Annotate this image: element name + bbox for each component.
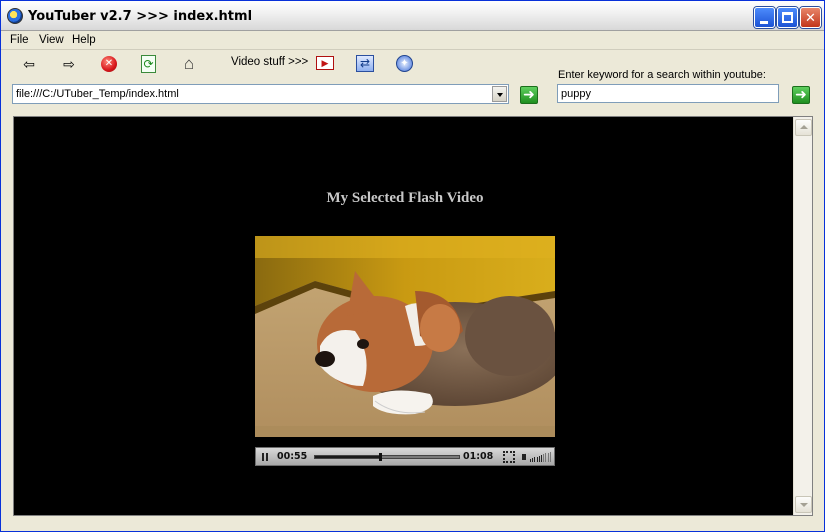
volume-bar [538, 455, 540, 462]
menu-help[interactable]: Help [72, 34, 96, 46]
address-input[interactable]: file:///C:/UTuber_Temp/index.html [16, 88, 179, 100]
forward-glyph: ⇨ [63, 56, 75, 72]
volume-slider[interactable] [522, 451, 552, 463]
menu-file-label: File [10, 34, 29, 46]
video-controls-bar: 00:55 01:08 [255, 447, 555, 466]
current-time: 00:55 [277, 451, 308, 462]
close-button[interactable]: ✕ [800, 7, 821, 28]
address-combobox[interactable]: file:///C:/UTuber_Temp/index.html [12, 84, 509, 104]
convert-glyph: ⇄ [359, 56, 371, 70]
app-window: YouTuber v2.7 >>> index.html ✕ File View… [0, 0, 825, 532]
progress-slider[interactable] [314, 453, 460, 461]
volume-bar [534, 457, 536, 462]
refresh-icon[interactable]: ⟳ [141, 55, 156, 73]
stop-glyph: ✕ [104, 58, 114, 69]
go-arrow-icon: ➜ [523, 86, 535, 102]
minimize-icon [760, 21, 768, 24]
progress-fill [315, 456, 380, 458]
scroll-down-button[interactable] [795, 496, 812, 513]
volume-bar [545, 453, 547, 462]
progress-thumb[interactable] [379, 453, 383, 461]
app-globe-icon [7, 8, 23, 24]
home-icon[interactable]: ⌂ [180, 55, 198, 73]
search-go-arrow-icon: ➜ [795, 86, 807, 102]
back-arrow-icon[interactable]: ⇦ [20, 55, 38, 73]
volume-bar [541, 455, 542, 462]
maximize-icon [782, 12, 793, 23]
search-label: Enter keyword for a search within youtub… [558, 69, 766, 81]
volume-bar [549, 451, 551, 462]
duration-time: 01:08 [463, 451, 494, 462]
menu-bar: File View Help [1, 31, 824, 50]
refresh-glyph: ⟳ [143, 57, 154, 71]
volume-bar [532, 458, 534, 462]
volume-bar [543, 454, 545, 462]
close-icon: ✕ [805, 10, 816, 25]
youtube-glyph: ▶ [321, 58, 329, 68]
convert-icon[interactable]: ⇄ [356, 55, 374, 72]
address-go-button[interactable]: ➜ [520, 86, 538, 104]
volume-bar [536, 456, 538, 462]
home-glyph: ⌂ [183, 54, 195, 73]
menu-view-label: View [39, 34, 64, 46]
pause-icon[interactable] [259, 451, 271, 463]
page-heading: My Selected Flash Video [326, 190, 484, 206]
address-dropdown-button[interactable] [492, 86, 507, 102]
search-go-button[interactable]: ➜ [792, 86, 810, 104]
video-frame-image [255, 236, 555, 437]
video-stuff-label: Video stuff >>> [231, 56, 309, 68]
menu-file[interactable]: File [10, 34, 29, 46]
forward-arrow-icon[interactable]: ⇨ [60, 55, 78, 73]
scroll-up-button[interactable] [795, 119, 812, 136]
title-bar[interactable]: YouTuber v2.7 >>> index.html ✕ [1, 1, 824, 31]
speaker-icon[interactable] [522, 454, 526, 460]
youtube-icon[interactable]: ▶ [316, 56, 334, 70]
minimize-button[interactable] [754, 7, 775, 28]
search-input[interactable] [557, 84, 779, 103]
volume-bar [547, 452, 549, 462]
maximize-button[interactable] [777, 7, 798, 28]
volume-bar [530, 459, 531, 462]
compass-glyph: ✦ [400, 58, 409, 69]
back-glyph: ⇦ [23, 56, 35, 72]
menu-help-label: Help [72, 34, 96, 46]
vertical-scrollbar[interactable] [793, 117, 812, 515]
menu-view[interactable]: View [39, 34, 64, 46]
fullscreen-icon[interactable] [503, 451, 515, 463]
compass-icon[interactable]: ✦ [396, 55, 413, 72]
stop-icon[interactable]: ✕ [101, 56, 117, 72]
window-title: YouTuber v2.7 >>> index.html [28, 9, 253, 24]
video-player[interactable] [255, 236, 555, 437]
